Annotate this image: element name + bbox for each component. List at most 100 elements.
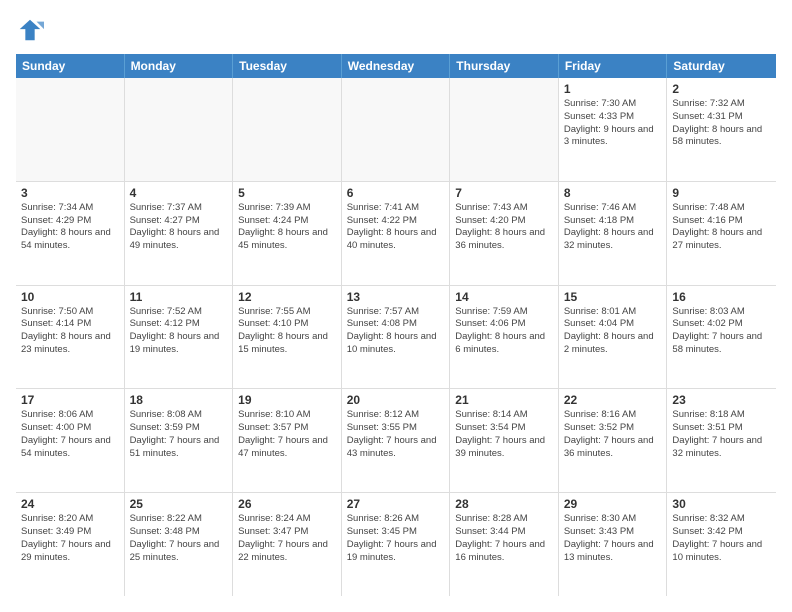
day-detail: Sunrise: 7:50 AMSunset: 4:14 PMDaylight:…: [21, 306, 119, 357]
day-number: 12: [238, 290, 336, 304]
day-detail: Sunrise: 8:12 AMSunset: 3:55 PMDaylight:…: [347, 409, 445, 460]
day-detail: Sunrise: 8:06 AMSunset: 4:00 PMDaylight:…: [21, 409, 119, 460]
day-number: 27: [347, 497, 445, 511]
day-number: 9: [672, 186, 771, 200]
day-number: 22: [564, 393, 662, 407]
day-number: 23: [672, 393, 771, 407]
day-detail: Sunrise: 8:14 AMSunset: 3:54 PMDaylight:…: [455, 409, 553, 460]
cal-cell-1: 1Sunrise: 7:30 AMSunset: 4:33 PMDaylight…: [559, 78, 668, 181]
day-number: 28: [455, 497, 553, 511]
cal-cell-2: 2 Sunrise: 7:32 AMSunset: 4:31 PMDaylight…: [667, 78, 776, 181]
day-number: 21: [455, 393, 553, 407]
cal-cell-21: 21 Sunrise: 8:14 AMSunset: 3:54 PMDayligh…: [450, 389, 559, 492]
cal-cell-24: 24 Sunrise: 8:20 AMSunset: 3:49 PMDayligh…: [16, 493, 125, 596]
day-detail: Sunrise: 8:16 AMSunset: 3:52 PMDaylight:…: [564, 409, 662, 460]
cal-cell-19: 19Sunrise: 8:10 AMSunset: 3:57 PMDayligh…: [233, 389, 342, 492]
day-number: 2: [672, 82, 771, 96]
day-number: 24: [21, 497, 119, 511]
day-number: 18: [130, 393, 228, 407]
day-detail: Sunrise: 7:52 AMSunset: 4:12 PMDaylight:…: [130, 306, 228, 357]
day-detail: Sunrise: 8:01 AMSunset: 4:04 PMDaylight:…: [564, 306, 662, 357]
cal-cell-empty-0-1: [125, 78, 234, 181]
day-detail: Sunrise: 8:28 AMSunset: 3:44 PMDaylight:…: [455, 513, 553, 564]
cal-cell-14: 14 Sunrise: 7:59 AMSunset: 4:06 PMDayligh…: [450, 286, 559, 389]
cal-cell-25: 25Sunrise: 8:22 AMSunset: 3:48 PMDayligh…: [125, 493, 234, 596]
day-number: 17: [21, 393, 119, 407]
day-detail: Sunrise: 7:43 AMSunset: 4:20 PMDaylight:…: [455, 202, 553, 253]
cal-cell-4: 4 Sunrise: 7:37 AMSunset: 4:27 PMDaylight…: [125, 182, 234, 285]
header-day-wednesday: Wednesday: [342, 54, 451, 78]
day-detail: Sunrise: 8:22 AMSunset: 3:48 PMDaylight:…: [130, 513, 228, 564]
day-detail: Sunrise: 7:59 AMSunset: 4:06 PMDaylight:…: [455, 306, 553, 357]
cal-cell-23: 23 Sunrise: 8:18 AMSunset: 3:51 PMDayligh…: [667, 389, 776, 492]
day-detail: Sunrise: 7:34 AMSunset: 4:29 PMDaylight:…: [21, 202, 119, 253]
day-number: 15: [564, 290, 662, 304]
header-day-friday: Friday: [559, 54, 668, 78]
cal-cell-5: 5 Sunrise: 7:39 AMSunset: 4:24 PMDaylight…: [233, 182, 342, 285]
day-detail: Sunrise: 7:48 AMSunset: 4:16 PMDaylight:…: [672, 202, 771, 253]
day-detail: Sunrise: 7:46 AMSunset: 4:18 PMDaylight:…: [564, 202, 662, 253]
day-detail: Sunrise: 8:10 AMSunset: 3:57 PMDaylight:…: [238, 409, 336, 460]
day-number: 11: [130, 290, 228, 304]
day-number: 4: [130, 186, 228, 200]
day-detail: Sunrise: 7:37 AMSunset: 4:27 PMDaylight:…: [130, 202, 228, 253]
cal-row-1: 3 Sunrise: 7:34 AMSunset: 4:29 PMDaylight…: [16, 182, 776, 286]
day-number: 5: [238, 186, 336, 200]
cal-cell-9: 9 Sunrise: 7:48 AMSunset: 4:16 PMDaylight…: [667, 182, 776, 285]
cal-cell-30: 30Sunrise: 8:32 AMSunset: 3:42 PMDayligh…: [667, 493, 776, 596]
page: SundayMondayTuesdayWednesdayThursdayFrid…: [0, 0, 792, 612]
cal-cell-18: 18Sunrise: 8:08 AMSunset: 3:59 PMDayligh…: [125, 389, 234, 492]
day-detail: Sunrise: 8:26 AMSunset: 3:45 PMDaylight:…: [347, 513, 445, 564]
cal-cell-8: 8Sunrise: 7:46 AMSunset: 4:18 PMDaylight…: [559, 182, 668, 285]
header-day-thursday: Thursday: [450, 54, 559, 78]
cal-cell-26: 26 Sunrise: 8:24 AMSunset: 3:47 PMDayligh…: [233, 493, 342, 596]
day-number: 3: [21, 186, 119, 200]
cal-cell-20: 20 Sunrise: 8:12 AMSunset: 3:55 PMDayligh…: [342, 389, 451, 492]
cal-cell-empty-0-0: [16, 78, 125, 181]
day-number: 14: [455, 290, 553, 304]
cal-row-3: 17 Sunrise: 8:06 AMSunset: 4:00 PMDayligh…: [16, 389, 776, 493]
day-number: 20: [347, 393, 445, 407]
cal-cell-22: 22 Sunrise: 8:16 AMSunset: 3:52 PMDayligh…: [559, 389, 668, 492]
cal-cell-6: 6Sunrise: 7:41 AMSunset: 4:22 PMDaylight…: [342, 182, 451, 285]
calendar-header: SundayMondayTuesdayWednesdayThursdayFrid…: [16, 54, 776, 78]
day-detail: Sunrise: 7:32 AMSunset: 4:31 PMDaylight:…: [672, 98, 771, 149]
day-detail: Sunrise: 7:39 AMSunset: 4:24 PMDaylight:…: [238, 202, 336, 253]
logo-icon: [16, 16, 44, 44]
day-detail: Sunrise: 7:55 AMSunset: 4:10 PMDaylight:…: [238, 306, 336, 357]
cal-cell-11: 11 Sunrise: 7:52 AMSunset: 4:12 PMDayligh…: [125, 286, 234, 389]
cal-cell-28: 28 Sunrise: 8:28 AMSunset: 3:44 PMDayligh…: [450, 493, 559, 596]
day-detail: Sunrise: 7:41 AMSunset: 4:22 PMDaylight:…: [347, 202, 445, 253]
cal-row-4: 24 Sunrise: 8:20 AMSunset: 3:49 PMDayligh…: [16, 493, 776, 596]
day-detail: Sunrise: 8:20 AMSunset: 3:49 PMDaylight:…: [21, 513, 119, 564]
cal-cell-27: 27 Sunrise: 8:26 AMSunset: 3:45 PMDayligh…: [342, 493, 451, 596]
calendar: SundayMondayTuesdayWednesdayThursdayFrid…: [16, 54, 776, 596]
calendar-body: 1Sunrise: 7:30 AMSunset: 4:33 PMDaylight…: [16, 78, 776, 596]
logo: [16, 16, 48, 44]
cal-cell-3: 3 Sunrise: 7:34 AMSunset: 4:29 PMDaylight…: [16, 182, 125, 285]
header-day-monday: Monday: [125, 54, 234, 78]
header-day-sunday: Sunday: [16, 54, 125, 78]
day-detail: Sunrise: 7:30 AMSunset: 4:33 PMDaylight:…: [564, 98, 662, 149]
day-detail: Sunrise: 8:32 AMSunset: 3:42 PMDaylight:…: [672, 513, 771, 564]
cal-cell-15: 15 Sunrise: 8:01 AMSunset: 4:04 PMDayligh…: [559, 286, 668, 389]
cal-cell-10: 10 Sunrise: 7:50 AMSunset: 4:14 PMDayligh…: [16, 286, 125, 389]
day-detail: Sunrise: 8:24 AMSunset: 3:47 PMDaylight:…: [238, 513, 336, 564]
header-day-saturday: Saturday: [667, 54, 776, 78]
day-detail: Sunrise: 7:57 AMSunset: 4:08 PMDaylight:…: [347, 306, 445, 357]
day-number: 29: [564, 497, 662, 511]
cal-cell-7: 7 Sunrise: 7:43 AMSunset: 4:20 PMDaylight…: [450, 182, 559, 285]
header: [16, 16, 776, 44]
header-day-tuesday: Tuesday: [233, 54, 342, 78]
cal-cell-empty-0-4: [450, 78, 559, 181]
cal-cell-29: 29 Sunrise: 8:30 AMSunset: 3:43 PMDayligh…: [559, 493, 668, 596]
day-detail: Sunrise: 8:30 AMSunset: 3:43 PMDaylight:…: [564, 513, 662, 564]
cal-row-0: 1Sunrise: 7:30 AMSunset: 4:33 PMDaylight…: [16, 78, 776, 182]
day-number: 16: [672, 290, 771, 304]
cal-cell-16: 16Sunrise: 8:03 AMSunset: 4:02 PMDayligh…: [667, 286, 776, 389]
day-number: 26: [238, 497, 336, 511]
day-number: 10: [21, 290, 119, 304]
day-detail: Sunrise: 8:18 AMSunset: 3:51 PMDaylight:…: [672, 409, 771, 460]
cal-cell-17: 17 Sunrise: 8:06 AMSunset: 4:00 PMDayligh…: [16, 389, 125, 492]
day-number: 7: [455, 186, 553, 200]
